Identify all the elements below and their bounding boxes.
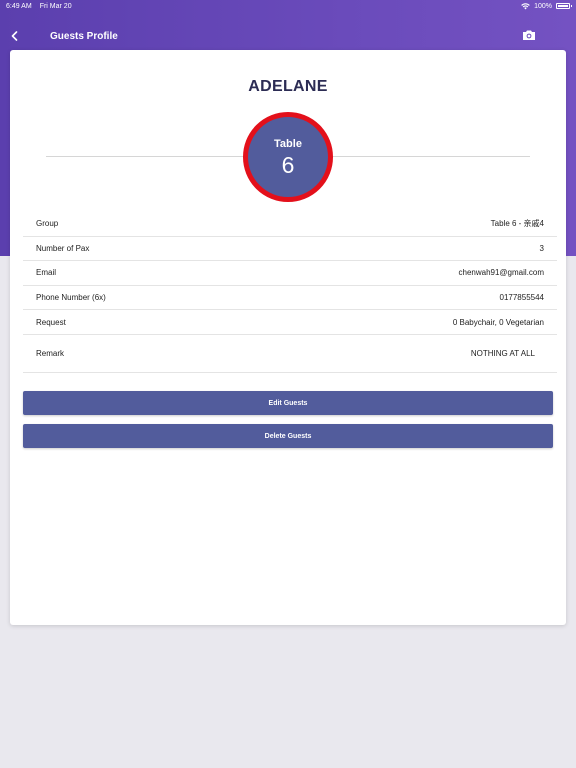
detail-row-remark: Remark NOTHING AT ALL bbox=[23, 335, 557, 373]
detail-row-email: Email chenwah91@gmail.com bbox=[23, 261, 557, 286]
detail-row-pax: Number of Pax 3 bbox=[23, 237, 557, 262]
navigation-bar: Guests Profile bbox=[0, 26, 576, 46]
status-time: 6:49 AM bbox=[6, 2, 32, 10]
guest-details-list: Group Table 6 - 亲戚4 Number of Pax 3 Emai… bbox=[23, 212, 557, 373]
detail-value: Table 6 - 亲戚4 bbox=[490, 219, 544, 229]
detail-label: Group bbox=[36, 219, 59, 229]
guest-profile-card: ADELANE Table 6 Group Table 6 - 亲戚4 Numb… bbox=[10, 50, 566, 625]
detail-value: 0 Babychair, 0 Vegetarian bbox=[452, 317, 544, 327]
battery-icon bbox=[556, 3, 572, 9]
table-label: Table bbox=[274, 137, 302, 150]
detail-label: Number of Pax bbox=[36, 243, 90, 253]
detail-row-phone: Phone Number (6x) 0177855544 bbox=[23, 286, 557, 311]
detail-row-request: Request 0 Babychair, 0 Vegetarian bbox=[23, 310, 557, 335]
edit-guests-button[interactable]: Edit Guests bbox=[23, 391, 553, 415]
status-bar: 6:49 AM Fri Mar 20 100% bbox=[0, 0, 576, 12]
back-button[interactable] bbox=[8, 30, 20, 42]
detail-label: Request bbox=[36, 317, 66, 327]
wifi-icon bbox=[521, 2, 530, 9]
delete-guests-button[interactable]: Delete Guests bbox=[23, 424, 553, 448]
detail-label: Remark bbox=[36, 348, 65, 358]
chevron-left-icon bbox=[11, 31, 17, 41]
status-date: Fri Mar 20 bbox=[39, 2, 72, 10]
detail-value: 3 bbox=[539, 243, 544, 253]
detail-label: Email bbox=[36, 268, 57, 278]
detail-value: chenwah91@gmail.com bbox=[458, 268, 545, 278]
table-badge: Table 6 bbox=[243, 112, 333, 202]
page-title: Guests Profile bbox=[50, 30, 118, 42]
table-number: 6 bbox=[281, 151, 295, 178]
detail-value: NOTHING AT ALL bbox=[470, 348, 535, 358]
detail-value: 0177855544 bbox=[499, 293, 545, 303]
battery-percent: 100% bbox=[534, 2, 552, 10]
detail-label: Phone Number (6x) bbox=[36, 293, 106, 303]
detail-row-group: Group Table 6 - 亲戚4 bbox=[23, 212, 557, 237]
guest-name: ADELANE bbox=[248, 78, 328, 95]
camera-icon[interactable] bbox=[522, 29, 536, 41]
